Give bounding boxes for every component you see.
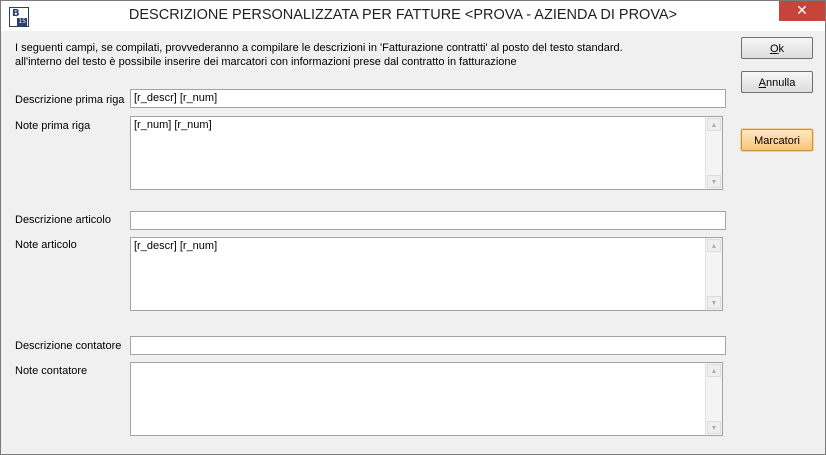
note-prima-riga-textarea[interactable]: [r_num] [r_num] ▲ ▼ (130, 116, 723, 190)
descr-contatore-label: Descrizione contatore (15, 340, 122, 352)
note-contatore-label: Note contatore (15, 365, 88, 377)
note-contatore-textarea[interactable]: ▲ ▼ (130, 362, 723, 436)
descr-contatore-input[interactable] (130, 336, 726, 355)
dialog-window: B 15 DESCRIZIONE PERSONALIZZATA PER FATT… (0, 0, 826, 455)
note-articolo-label: Note articolo (15, 239, 77, 251)
ok-label-rest[interactable]: k (779, 43, 785, 55)
window-title: DESCRIZIONE PERSONALIZZATA PER FATTURE <… (128, 7, 678, 23)
marcatori-button[interactable]: Marcatori (741, 129, 813, 151)
close-button[interactable]: ✕ (779, 1, 825, 21)
ok-hotkey[interactable]: O (770, 43, 779, 55)
dialog-content: I seguenti campi, se compilati, provvede… (1, 31, 825, 454)
note-contatore-scrollbar[interactable]: ▲ ▼ (705, 363, 722, 435)
descr-prima-riga-input[interactable]: [r_descr] [r_num] (130, 89, 726, 108)
ok-button[interactable]: Ok (741, 37, 813, 59)
descr-articolo-input[interactable] (130, 211, 726, 230)
title-bar[interactable]: B 15 DESCRIZIONE PERSONALIZZATA PER FATT… (1, 1, 825, 31)
descr-articolo-label: Descrizione articolo (15, 214, 111, 226)
annulla-hotkey[interactable]: A (759, 77, 766, 89)
scroll-down-icon[interactable]: ▼ (707, 175, 721, 188)
close-icon[interactable]: ✕ (796, 3, 808, 19)
note-articolo-value[interactable]: [r_descr] [r_num] (134, 240, 217, 252)
scroll-up-icon[interactable]: ▲ (707, 118, 721, 131)
app-logo-icon: B 15 (9, 7, 29, 27)
app-logo-badge: 15 (17, 18, 27, 26)
note-prima-riga-scrollbar[interactable]: ▲ ▼ (705, 117, 722, 189)
scroll-up-icon[interactable]: ▲ (707, 239, 721, 252)
annulla-button[interactable]: Annulla (741, 71, 813, 93)
annulla-label-rest[interactable]: nnulla (766, 77, 795, 89)
scroll-up-icon[interactable]: ▲ (707, 364, 721, 377)
info-text: I seguenti campi, se compilati, provvede… (15, 41, 623, 69)
note-prima-riga-label: Note prima riga (15, 120, 91, 132)
note-articolo-textarea[interactable]: [r_descr] [r_num] ▲ ▼ (130, 237, 723, 311)
marcatori-label[interactable]: Marcatori (754, 135, 800, 147)
info-line-2: all'interno del testo è possibile inseri… (15, 56, 517, 68)
note-prima-riga-value[interactable]: [r_num] [r_num] (134, 119, 212, 131)
note-articolo-scrollbar[interactable]: ▲ ▼ (705, 238, 722, 310)
scroll-down-icon[interactable]: ▼ (707, 421, 721, 434)
descr-prima-riga-label: Descrizione prima riga (15, 94, 125, 106)
info-line-1: I seguenti campi, se compilati, provvede… (15, 42, 623, 54)
scroll-down-icon[interactable]: ▼ (707, 296, 721, 309)
